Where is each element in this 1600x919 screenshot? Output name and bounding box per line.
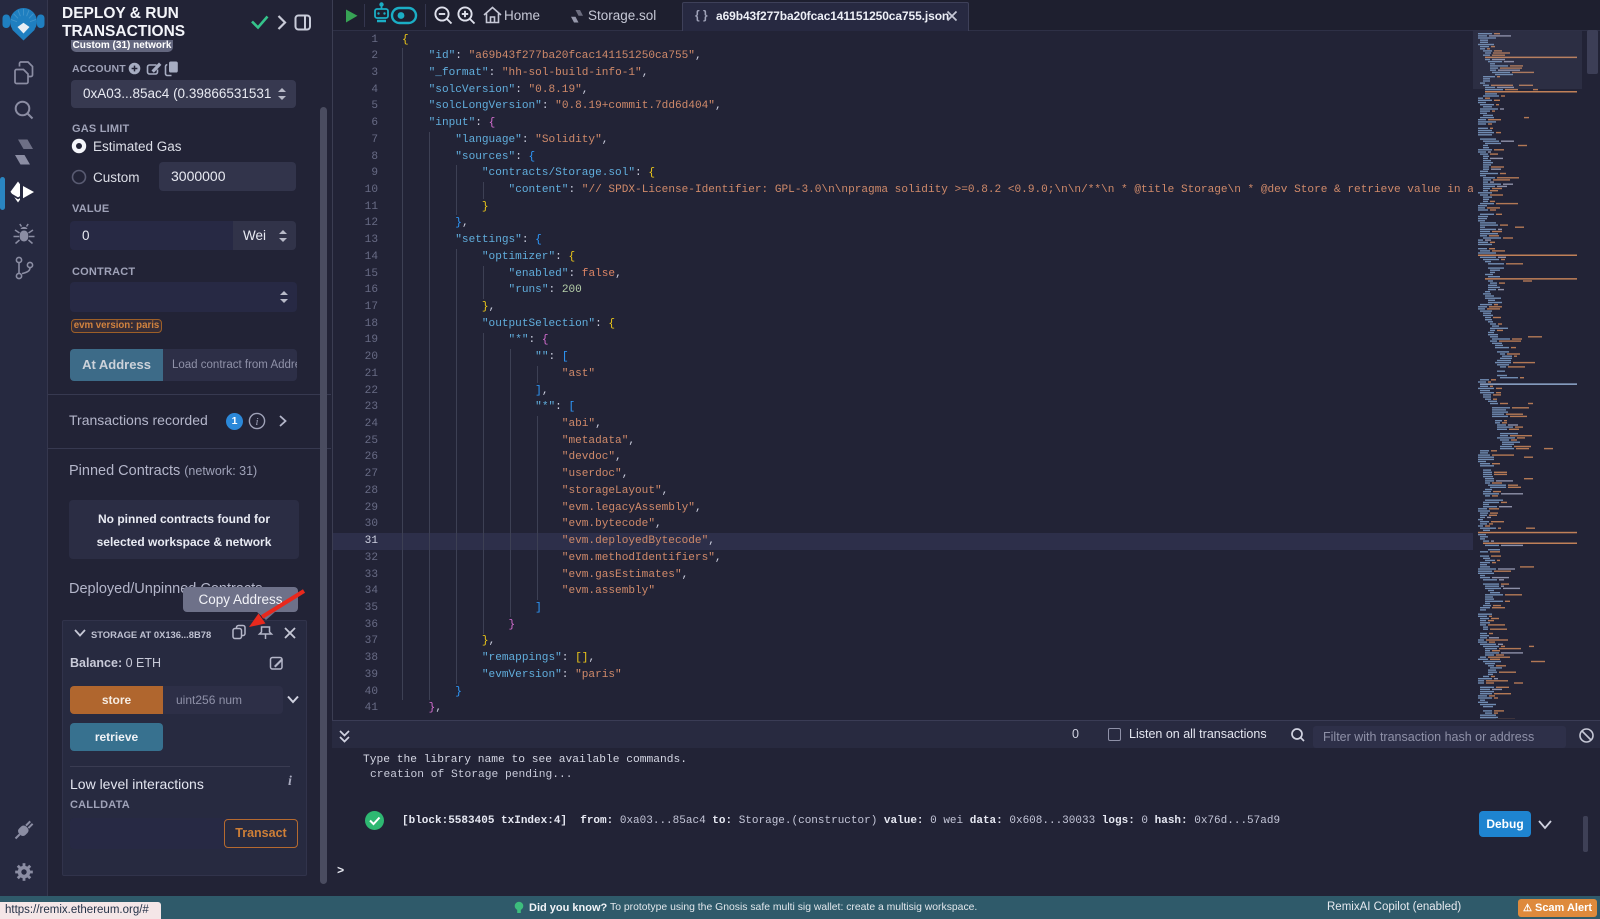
svg-text:i: i (255, 416, 258, 428)
